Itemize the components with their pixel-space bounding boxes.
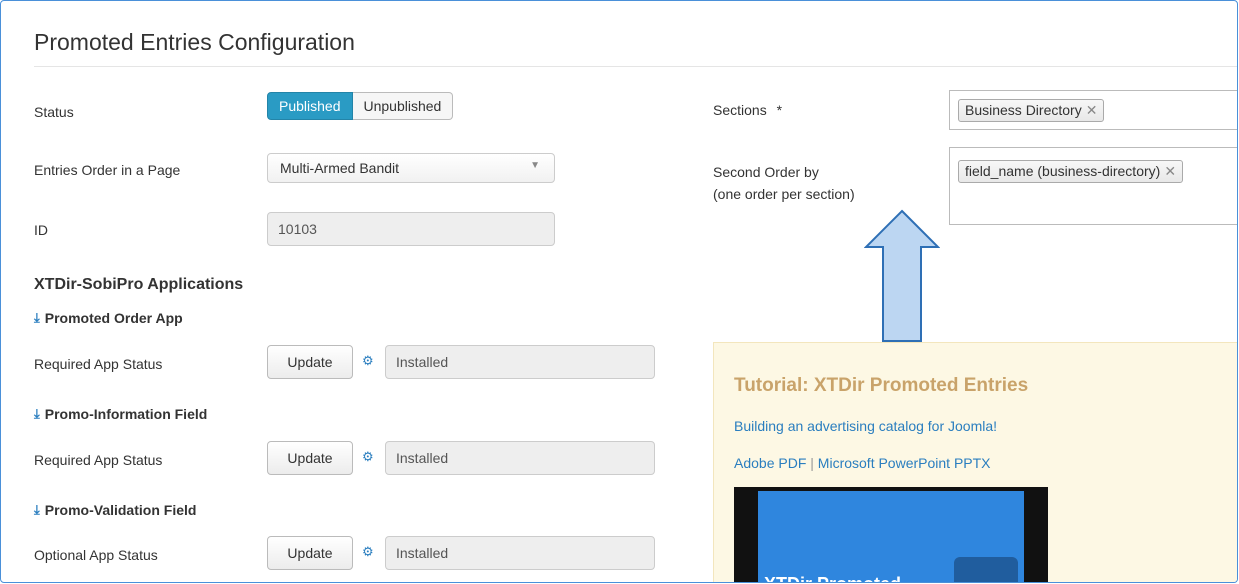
app-name: Promo-Validation Field — [44, 502, 197, 518]
required-app-status-label: Required App Status — [34, 356, 163, 372]
entries-order-select[interactable]: Multi-Armed Bandit ▼ — [267, 153, 555, 183]
remove-tag-icon[interactable]: ✕ — [1164, 163, 1176, 179]
tutorial-title: Tutorial: XTDir Promoted Entries — [734, 375, 1029, 396]
apps-heading: XTDir-SobiPro Applications — [34, 276, 244, 293]
app-status-field[interactable]: Installed — [385, 536, 655, 570]
second-order-tag-input[interactable]: field_name (business-directory) ✕ — [949, 147, 1237, 225]
section-tag-label: Business Directory — [965, 102, 1082, 118]
update-button[interactable]: Update — [267, 536, 353, 570]
update-button[interactable]: Update — [267, 441, 353, 475]
published-button[interactable]: Published — [267, 92, 353, 120]
entries-order-label: Entries Order in a Page — [34, 162, 181, 178]
page-title: Promoted Entries Configuration — [34, 29, 355, 55]
order-tag: field_name (business-directory) ✕ — [958, 160, 1184, 183]
title-divider — [34, 66, 1237, 67]
app-name: Promoted Order App — [44, 310, 183, 326]
section-tag: Business Directory ✕ — [958, 99, 1105, 122]
app-promo-information[interactable]: ⤓ Promo-Information Field — [34, 406, 207, 422]
remove-tag-icon[interactable]: ✕ — [1086, 102, 1098, 118]
second-order-hint: (one order per section) — [713, 186, 855, 202]
pptx-link[interactable]: Microsoft PowerPoint PPTX — [818, 455, 991, 471]
video-title: XTDir Promoted — [764, 574, 901, 582]
pdf-link[interactable]: Adobe PDF — [734, 455, 806, 471]
config-panel: Promoted Entries Configuration Status Pu… — [0, 0, 1238, 583]
status-label: Status — [34, 104, 74, 120]
up-arrow-annotation — [864, 209, 940, 342]
tutorial-box: Tutorial: XTDir Promoted Entries Buildin… — [713, 342, 1237, 582]
app-status-field[interactable]: Installed — [385, 441, 655, 475]
unpublished-button[interactable]: Unpublished — [352, 92, 454, 120]
download-icon: ⤓ — [34, 502, 40, 517]
entries-order-value: Multi-Armed Bandit — [280, 160, 400, 176]
sections-label: Sections * — [713, 102, 782, 118]
id-label: ID — [34, 222, 48, 238]
required-mark: * — [776, 102, 783, 118]
app-status-field[interactable]: Installed — [385, 345, 655, 379]
tutorial-article-link[interactable]: Building an advertising catalog for Joom… — [734, 418, 997, 434]
link-separator: | — [810, 455, 814, 471]
second-order-label: Second Order by — [713, 164, 819, 180]
app-name: Promo-Information Field — [44, 406, 208, 422]
sections-tag-input[interactable]: Business Directory ✕ — [949, 90, 1237, 130]
gears-icon: ⚙ — [362, 544, 374, 559]
order-tag-label: field_name (business-directory) — [965, 163, 1161, 179]
update-button[interactable]: Update — [267, 345, 353, 379]
gears-icon: ⚙ — [362, 449, 374, 464]
download-icon: ⤓ — [34, 310, 40, 325]
download-icon: ⤓ — [34, 406, 40, 421]
status-toggle: Published Unpublished — [267, 92, 454, 120]
app-promo-validation[interactable]: ⤓ Promo-Validation Field — [34, 502, 196, 518]
chevron-down-icon: ▼ — [530, 160, 540, 171]
required-app-status-label: Required App Status — [34, 452, 163, 468]
folder-icon — [954, 557, 1018, 582]
gears-icon: ⚙ — [362, 353, 374, 368]
app-promoted-order[interactable]: ⤓ Promoted Order App — [34, 310, 183, 326]
tutorial-video[interactable]: XTDir Promoted — [734, 487, 1048, 582]
tutorial-downloads: Adobe PDF | Microsoft PowerPoint PPTX — [734, 455, 991, 471]
optional-app-status-label: Optional App Status — [34, 547, 158, 563]
sections-label-text: Sections — [713, 102, 767, 118]
id-field[interactable]: 10103 — [267, 212, 555, 246]
